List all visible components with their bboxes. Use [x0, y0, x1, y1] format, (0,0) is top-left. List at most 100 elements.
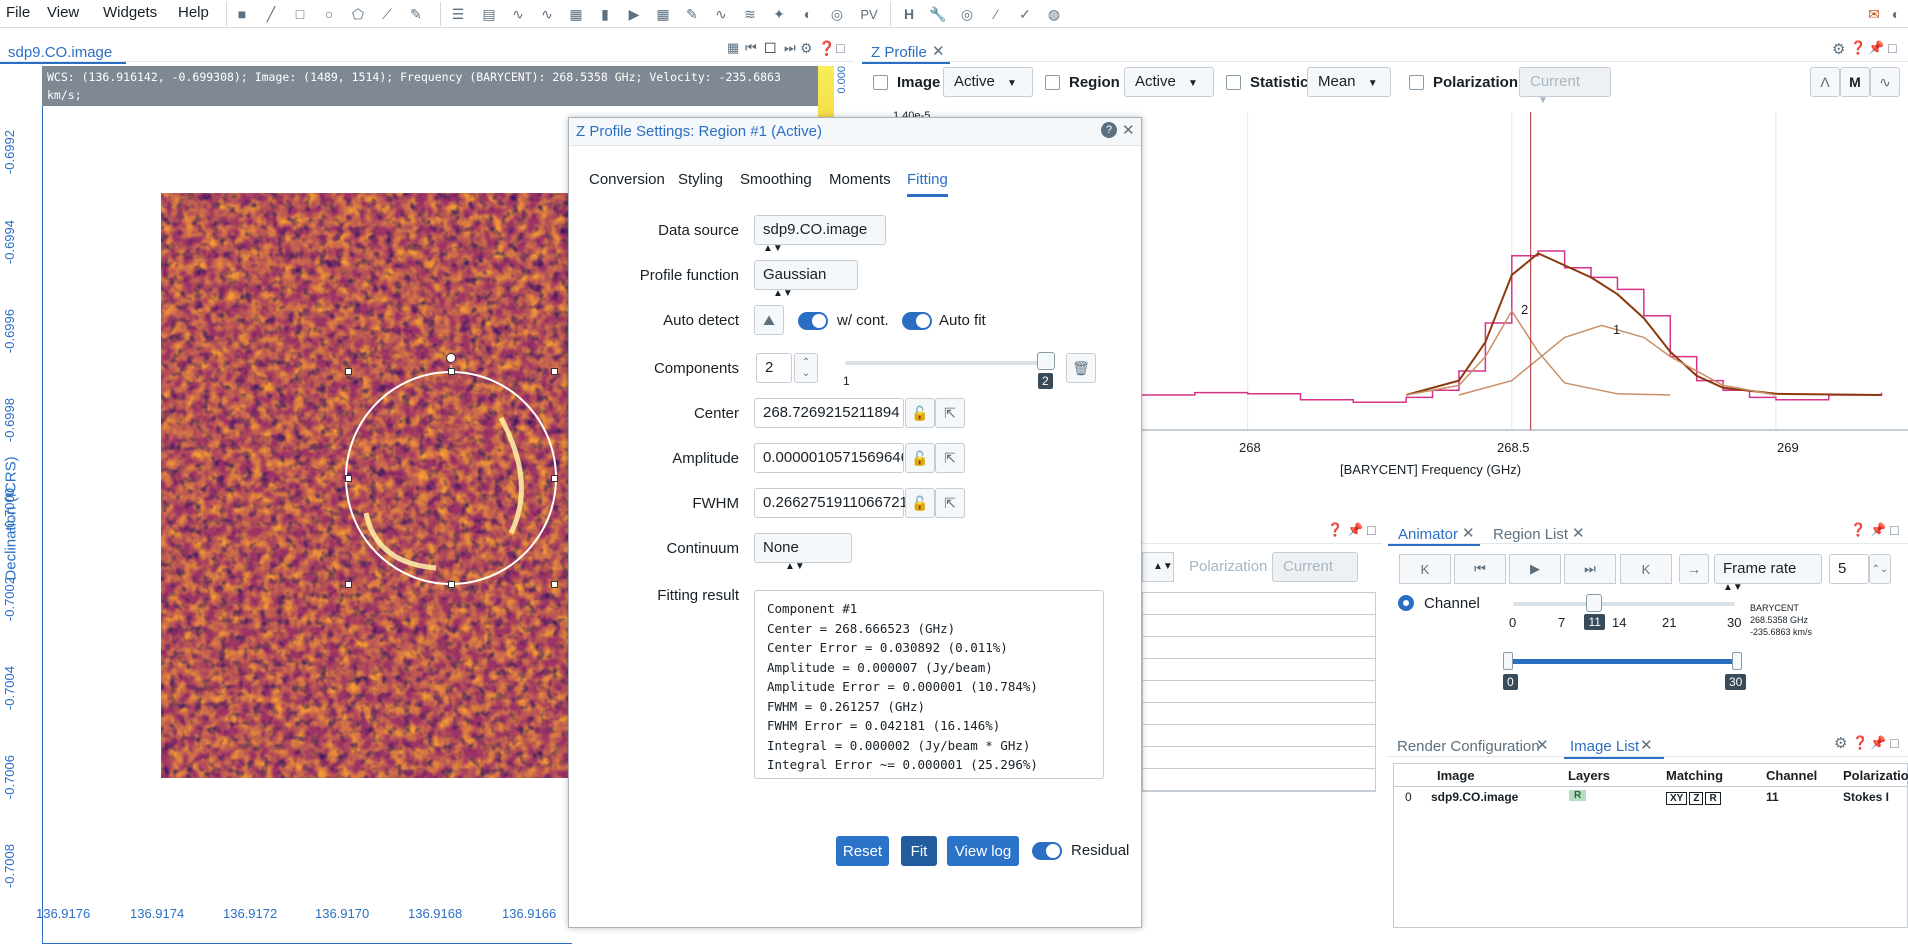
checkbox-icon[interactable]: ☐	[764, 40, 777, 57]
channel-radio[interactable]	[1398, 595, 1414, 611]
pin-icon[interactable]: 📌	[1870, 735, 1886, 751]
table-icon[interactable]: ▦	[651, 2, 675, 26]
image-fitting-icon[interactable]: ✓	[1013, 2, 1037, 26]
theme-icon[interactable]: ◐	[1884, 2, 1908, 26]
z-profile-chart[interactable]	[1142, 112, 1908, 432]
reset-button[interactable]: Reset	[836, 836, 889, 866]
rotation-handle[interactable]	[446, 353, 456, 363]
statistics-icon[interactable]: ▦	[564, 2, 588, 26]
annotation-tool-icon[interactable]: ✎	[404, 2, 428, 26]
online-catalog-icon[interactable]: ◎	[825, 2, 849, 26]
resize-handle[interactable]	[551, 475, 558, 482]
lock-icon[interactable]: 🔓	[905, 443, 935, 473]
tab-fitting[interactable]: Fitting	[907, 171, 948, 197]
close-icon[interactable]: ✕	[1122, 121, 1135, 139]
frame-rate-stepper[interactable]: ⌃⌄	[1869, 554, 1891, 584]
resize-handle[interactable]	[345, 581, 352, 588]
matching-badges[interactable]: XY Z R	[1666, 790, 1723, 805]
resize-handle[interactable]	[551, 581, 558, 588]
select-chevron[interactable]: ▲▼	[1142, 552, 1174, 582]
amplitude-input[interactable]: 0.00000105715696465900	[754, 443, 904, 473]
layer-badge[interactable]: R	[1569, 790, 1587, 801]
help-icon[interactable]: ❓	[1850, 40, 1866, 56]
auto-fit-toggle[interactable]	[902, 312, 932, 330]
wrench-icon[interactable]: 🔧	[926, 2, 950, 26]
components-stepper[interactable]: ⌃ ⌄	[794, 353, 818, 383]
tab-smoothing[interactable]: Smoothing	[740, 171, 812, 188]
close-icon[interactable]: ✕	[1572, 524, 1585, 542]
help-icon[interactable]: ❓	[1850, 522, 1866, 538]
layers-icon[interactable]: ≋	[738, 2, 762, 26]
match-xy[interactable]: XY	[1666, 792, 1688, 805]
frame-rate-select[interactable]: Frame rate ▲▼	[1714, 554, 1822, 593]
menu-view[interactable]: View	[47, 4, 79, 21]
step-direction-button[interactable]: →	[1679, 554, 1709, 584]
last-frame-button[interactable]: K	[1620, 554, 1672, 584]
tab-region-list[interactable]: Region List	[1493, 526, 1568, 543]
vector-field-icon[interactable]: ⁄	[984, 2, 1008, 26]
tab-render-configuration[interactable]: Render Configuration	[1397, 738, 1540, 755]
tab-conversion[interactable]: Conversion	[589, 171, 665, 188]
gear-icon[interactable]: ⚙	[1834, 734, 1847, 752]
h-button[interactable]: H	[897, 2, 921, 26]
resize-handle[interactable]	[345, 368, 352, 375]
residual-toggle[interactable]	[1032, 842, 1062, 860]
gear-icon[interactable]: ⚙	[1832, 40, 1845, 58]
center-input[interactable]: 268.7269215211894	[754, 398, 904, 428]
maximize-icon[interactable]: □	[1890, 522, 1898, 538]
fitting-icon[interactable]: ✦	[767, 2, 791, 26]
fwhm-input[interactable]: 0.2662751911066721	[754, 488, 908, 518]
tab-styling[interactable]: Styling	[678, 171, 723, 188]
polarization-checkbox[interactable]	[1409, 75, 1424, 90]
spatial-profile-icon[interactable]: ∿	[506, 2, 530, 26]
rectangle-tool-icon[interactable]: □	[288, 2, 312, 26]
contour-icon[interactable]: ◎	[955, 2, 979, 26]
components-slider-track[interactable]	[845, 361, 1045, 365]
menu-help[interactable]: Help	[178, 4, 209, 21]
resize-handle[interactable]	[551, 368, 558, 375]
help-icon[interactable]: ❓	[1852, 735, 1868, 751]
pin-icon[interactable]: 📌	[1868, 40, 1884, 56]
moments-icon[interactable]: M	[1840, 67, 1870, 97]
pin-icon[interactable]: 📌	[1870, 522, 1886, 538]
smoothing-icon[interactable]: ∿	[1870, 67, 1900, 97]
pv-button[interactable]: PV	[854, 2, 884, 26]
layout-icon[interactable]: ▦	[727, 40, 739, 56]
auto-detect-icon[interactable]: ⛰	[754, 305, 784, 335]
region-ellipse[interactable]	[340, 350, 570, 595]
menu-file[interactable]: File	[6, 4, 30, 21]
line-query-icon[interactable]: ∿	[709, 2, 733, 26]
first-frame-icon[interactable]: ⏮	[745, 40, 757, 56]
match-r[interactable]: R	[1705, 792, 1721, 805]
resize-handle[interactable]	[345, 475, 352, 482]
table-row[interactable]: 0 sdp9.CO.image R XY Z R 11 Stokes I	[1393, 787, 1908, 807]
maximize-icon[interactable]: □	[1890, 735, 1898, 751]
frame-rate-input[interactable]: 5	[1829, 554, 1869, 584]
close-icon[interactable]: ✕	[1462, 524, 1475, 542]
image-viewer-tab[interactable]: sdp9.CO.image	[8, 44, 112, 61]
help-icon[interactable]: ❓	[1327, 522, 1343, 538]
close-icon[interactable]: ✕	[1640, 736, 1653, 754]
resize-handle[interactable]	[448, 368, 455, 375]
resize-handle[interactable]	[448, 581, 455, 588]
components-slider-handle[interactable]	[1037, 352, 1055, 370]
help-icon[interactable]: ❓	[818, 40, 835, 57]
channel-map-icon[interactable]: ◍	[1042, 2, 1066, 26]
maximize-icon[interactable]: □	[1888, 40, 1896, 56]
z-profile-tab[interactable]: Z Profile	[871, 44, 927, 61]
dialog-header[interactable]: Z Profile Settings: Region #1 (Active) ?…	[569, 118, 1141, 146]
previous-frame-button[interactable]: ⏮	[1454, 554, 1506, 584]
image-checkbox[interactable]	[873, 75, 888, 90]
help-icon[interactable]: ?	[1101, 122, 1117, 138]
file-header-icon[interactable]: ▤	[477, 2, 501, 26]
histogram-icon[interactable]: ▮	[593, 2, 617, 26]
data-source-select[interactable]: sdp9.CO.image ▲▼	[754, 215, 886, 254]
line-tool-icon[interactable]: ╱	[259, 2, 283, 26]
channel-slider-handle[interactable]	[1586, 594, 1603, 612]
close-icon[interactable]: ✕	[1536, 736, 1549, 754]
pointer-icon[interactable]: ■	[230, 2, 254, 26]
animator-icon[interactable]: ▶	[622, 2, 646, 26]
next-frame-icon[interactable]: ⏭	[784, 40, 796, 56]
vector-icon[interactable]: ◐	[796, 2, 820, 26]
fitting-result-box[interactable]: Component #1 Center = 268.666523 (GHz) C…	[754, 590, 1104, 779]
